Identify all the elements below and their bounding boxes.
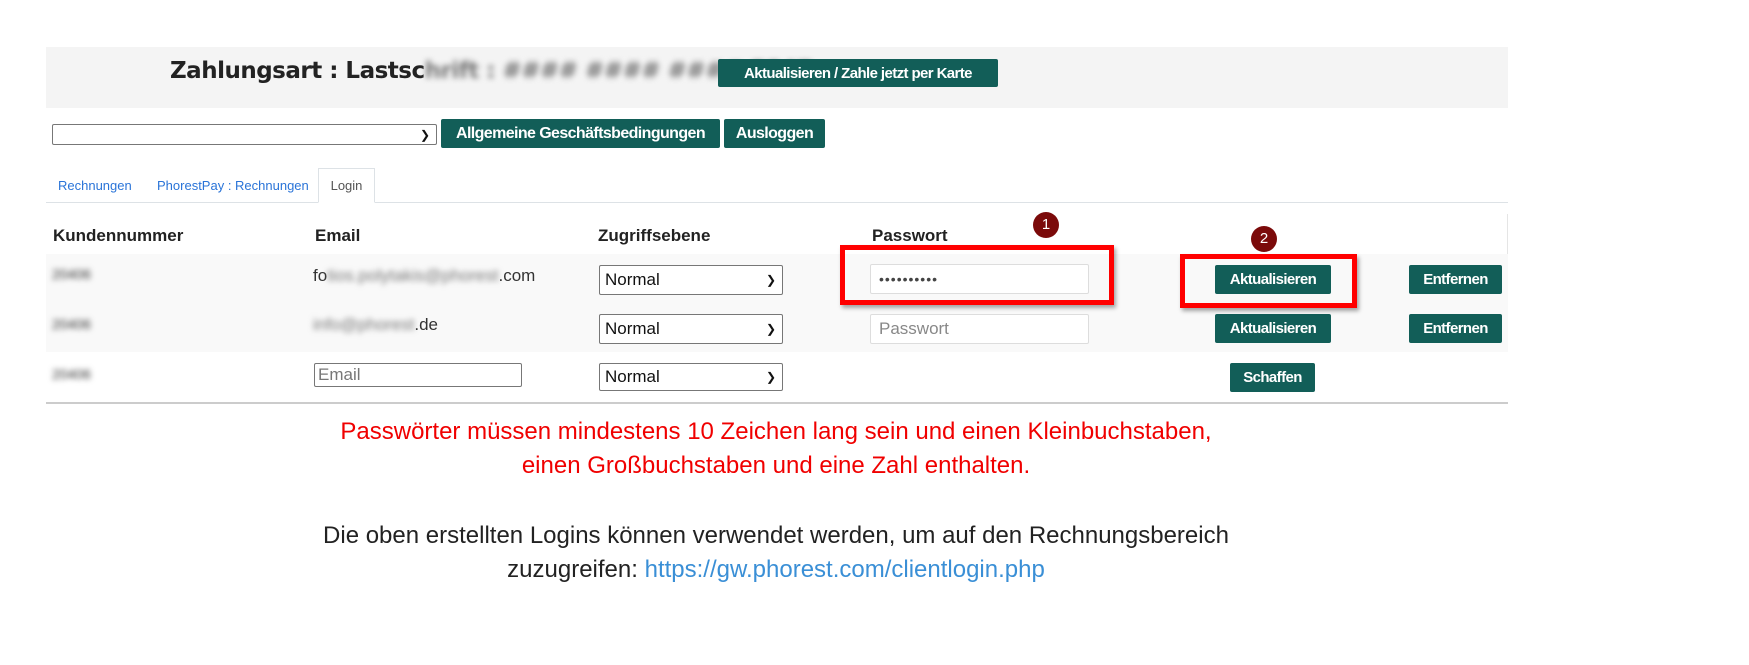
account-select[interactable]: ❯	[52, 124, 437, 145]
header-access-level: Zugriffsebene	[598, 226, 711, 245]
access-level-select[interactable]: Normal ❯	[599, 314, 783, 344]
marker-1: 1	[1033, 212, 1059, 238]
marker-2: 2	[1251, 226, 1277, 252]
highlight-password-box	[840, 245, 1114, 305]
header-password: Passwort	[872, 226, 948, 245]
tab-invoices[interactable]: Rechnungen	[58, 178, 132, 193]
chevron-down-icon: ❯	[419, 127, 430, 142]
tab-phorestpay-invoices[interactable]: PhorestPay : Rechnungen	[157, 178, 309, 193]
terms-button[interactable]: Allgemeine Geschäftsbedingungen	[441, 119, 720, 148]
logout-button[interactable]: Ausloggen	[724, 119, 825, 148]
update-button[interactable]: Aktualisieren	[1215, 314, 1331, 343]
table-bottom-border	[46, 402, 1508, 404]
tab-login[interactable]: Login	[318, 168, 375, 203]
password-input[interactable]: Passwort	[870, 314, 1089, 344]
create-button[interactable]: Schaffen	[1230, 363, 1315, 392]
access-level-select[interactable]: Normal ❯	[599, 265, 783, 295]
email-value: fotios.polytakis@phorest.com	[313, 266, 536, 285]
tab-divider	[46, 202, 1508, 203]
info-line2: zuzugreifen: https://gw.phorest.com/clie…	[507, 556, 1045, 583]
info-line1: Die oben erstellten Logins können verwen…	[323, 522, 1229, 549]
client-login-link[interactable]: https://gw.phorest.com/clientlogin.php	[645, 556, 1045, 583]
remove-button[interactable]: Entfernen	[1409, 265, 1502, 294]
chevron-down-icon: ❯	[765, 370, 776, 384]
email-input[interactable]: Email	[314, 363, 522, 387]
header-customer-number: Kundennummer	[53, 226, 184, 245]
update-pay-by-card-button[interactable]: Aktualisieren / Zahle jetzt per Karte	[718, 59, 998, 87]
chevron-down-icon: ❯	[765, 322, 776, 336]
password-rules-line2: einen Großbuchstaben und eine Zahl entha…	[521, 452, 1031, 479]
header-email: Email	[315, 226, 361, 245]
highlight-update-box	[1180, 254, 1357, 308]
email-value: info@phorest.de	[313, 315, 439, 334]
column-divider	[1507, 214, 1508, 254]
customer-number: 20406	[52, 316, 91, 332]
customer-number: 20406	[52, 366, 91, 382]
customer-number: 20406	[52, 266, 91, 282]
chevron-down-icon: ❯	[765, 273, 776, 287]
password-rules-line1: Passwörter müssen mindestens 10 Zeichen …	[340, 418, 1212, 445]
remove-button[interactable]: Entfernen	[1409, 314, 1502, 343]
access-level-select[interactable]: Normal ❯	[599, 363, 783, 391]
payment-method-title: Zahlungsart : Lastschrift : #### #### ##…	[170, 58, 813, 84]
